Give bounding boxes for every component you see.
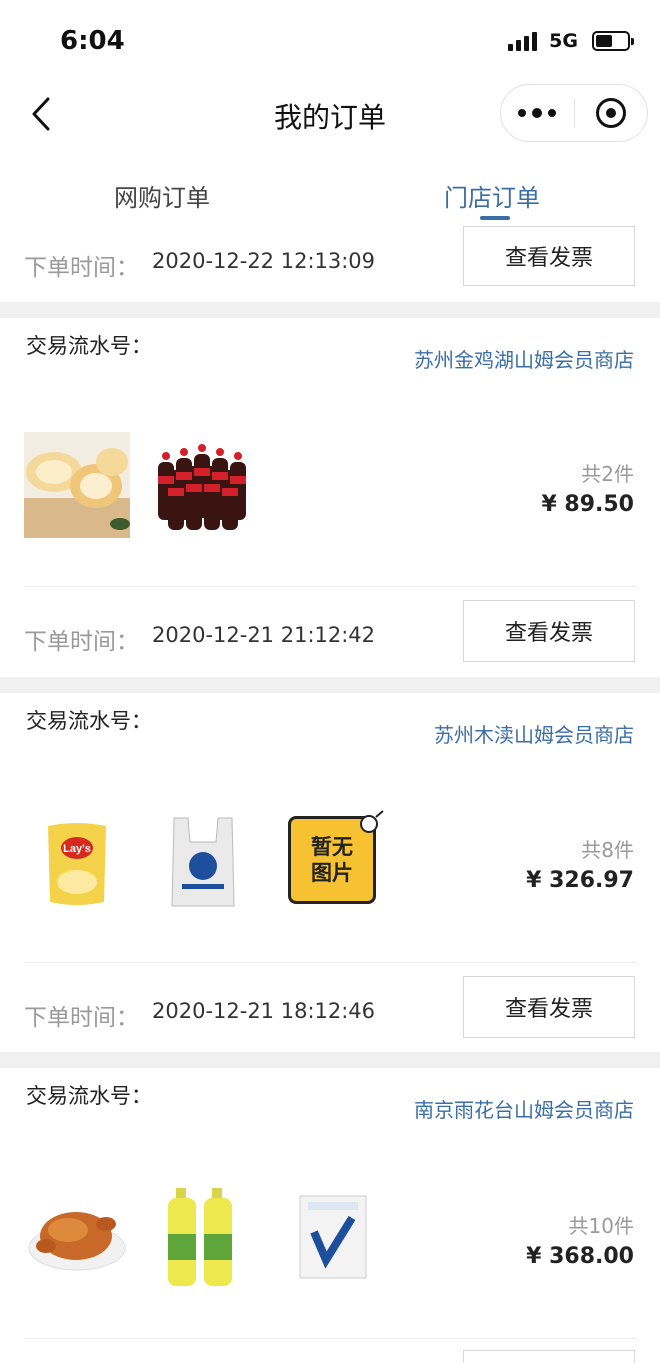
order-footer: 下单时间： 2020-12-22 12:13:09 查看发票: [0, 226, 660, 306]
order-products[interactable]: 共10件 ¥ 368.00: [0, 1184, 660, 1294]
product-image-bread: [24, 432, 130, 538]
order-products[interactable]: 共2件 ¥ 89.50: [0, 432, 660, 542]
view-invoice-button-partial[interactable]: [463, 1350, 635, 1363]
product-image-tissue: [280, 1184, 386, 1290]
store-name[interactable]: 南京雨花台山姆会员商店: [414, 1094, 634, 1123]
item-count: 共10件: [568, 1214, 634, 1238]
product-image-juice: [150, 1184, 256, 1290]
order-time-label: 下单时间：: [24, 255, 139, 281]
divider: [24, 586, 636, 587]
order-products[interactable]: Lay's 暂无 图片 共8件 ¥ 326.97: [0, 808, 660, 918]
item-count: 共8件: [581, 838, 634, 862]
store-name[interactable]: 苏州金鸡湖山姆会员商店: [414, 344, 634, 373]
close-miniprogram-button[interactable]: [575, 98, 648, 128]
status-time: 6:04: [60, 26, 125, 56]
section-gap: [0, 677, 660, 693]
order-time-value: 2020-12-21 18:12:46: [152, 999, 376, 1023]
clock-badge-icon: [360, 810, 384, 833]
tab-store-orders[interactable]: 门店订单: [444, 178, 540, 213]
serial-number-label: 交易流水号：: [26, 1084, 152, 1108]
item-count: 共2件: [581, 462, 634, 486]
order-header: 交易流水号： 苏州金鸡湖山姆会员商店: [0, 318, 660, 378]
product-image-cola: [150, 432, 256, 538]
product-image-chicken: [24, 1184, 130, 1290]
product-image-bag: [150, 808, 256, 914]
order-time-label: 下单时间：: [24, 1005, 139, 1031]
status-icons: 5G: [508, 30, 634, 52]
target-icon: [595, 98, 626, 128]
tab-online-orders[interactable]: 网购订单: [114, 178, 210, 213]
divider: [24, 962, 636, 963]
divider: [24, 1338, 636, 1339]
product-image-chips: Lay's: [24, 808, 130, 914]
order-tabs: 网购订单 门店订单: [0, 148, 660, 230]
svg-text:Lay's: Lay's: [63, 843, 91, 855]
order-header: 交易流水号： 苏州木渎山姆会员商店: [0, 693, 660, 753]
view-invoice-button[interactable]: 查看发票: [463, 226, 635, 286]
section-gap: [0, 302, 660, 318]
signal-icon: [508, 31, 538, 51]
order-time-value: 2020-12-22 12:13:09: [152, 249, 376, 273]
nav-bar: 我的订单: [0, 84, 660, 148]
order-time-value: 2020-12-21 21:12:42: [152, 623, 376, 647]
order-footer: 下单时间： 2020-12-21 21:12:42 查看发票: [0, 600, 660, 680]
active-tab-indicator: [480, 216, 510, 220]
more-dots-icon: [518, 109, 527, 117]
network-label: 5G: [549, 30, 578, 52]
order-total-price: ¥ 368.00: [526, 1244, 634, 1269]
view-invoice-button[interactable]: 查看发票: [463, 976, 635, 1038]
serial-number-label: 交易流水号：: [26, 334, 152, 358]
order-header: 交易流水号： 南京雨花台山姆会员商店: [0, 1068, 660, 1128]
battery-icon: [592, 31, 634, 51]
miniprogram-capsule: [500, 84, 648, 142]
status-bar: 6:04 5G: [0, 0, 660, 84]
store-name[interactable]: 苏州木渎山姆会员商店: [434, 719, 634, 748]
order-total-price: ¥ 326.97: [526, 868, 634, 893]
serial-number-label: 交易流水号：: [26, 709, 152, 733]
order-footer: 下单时间： 2020-12-21 18:12:46 查看发票: [0, 976, 660, 1056]
more-button[interactable]: [501, 108, 574, 118]
section-gap: [0, 1052, 660, 1068]
order-time-label: 下单时间：: [24, 629, 139, 655]
view-invoice-button[interactable]: 查看发票: [463, 600, 635, 662]
order-total-price: ¥ 89.50: [541, 492, 634, 517]
